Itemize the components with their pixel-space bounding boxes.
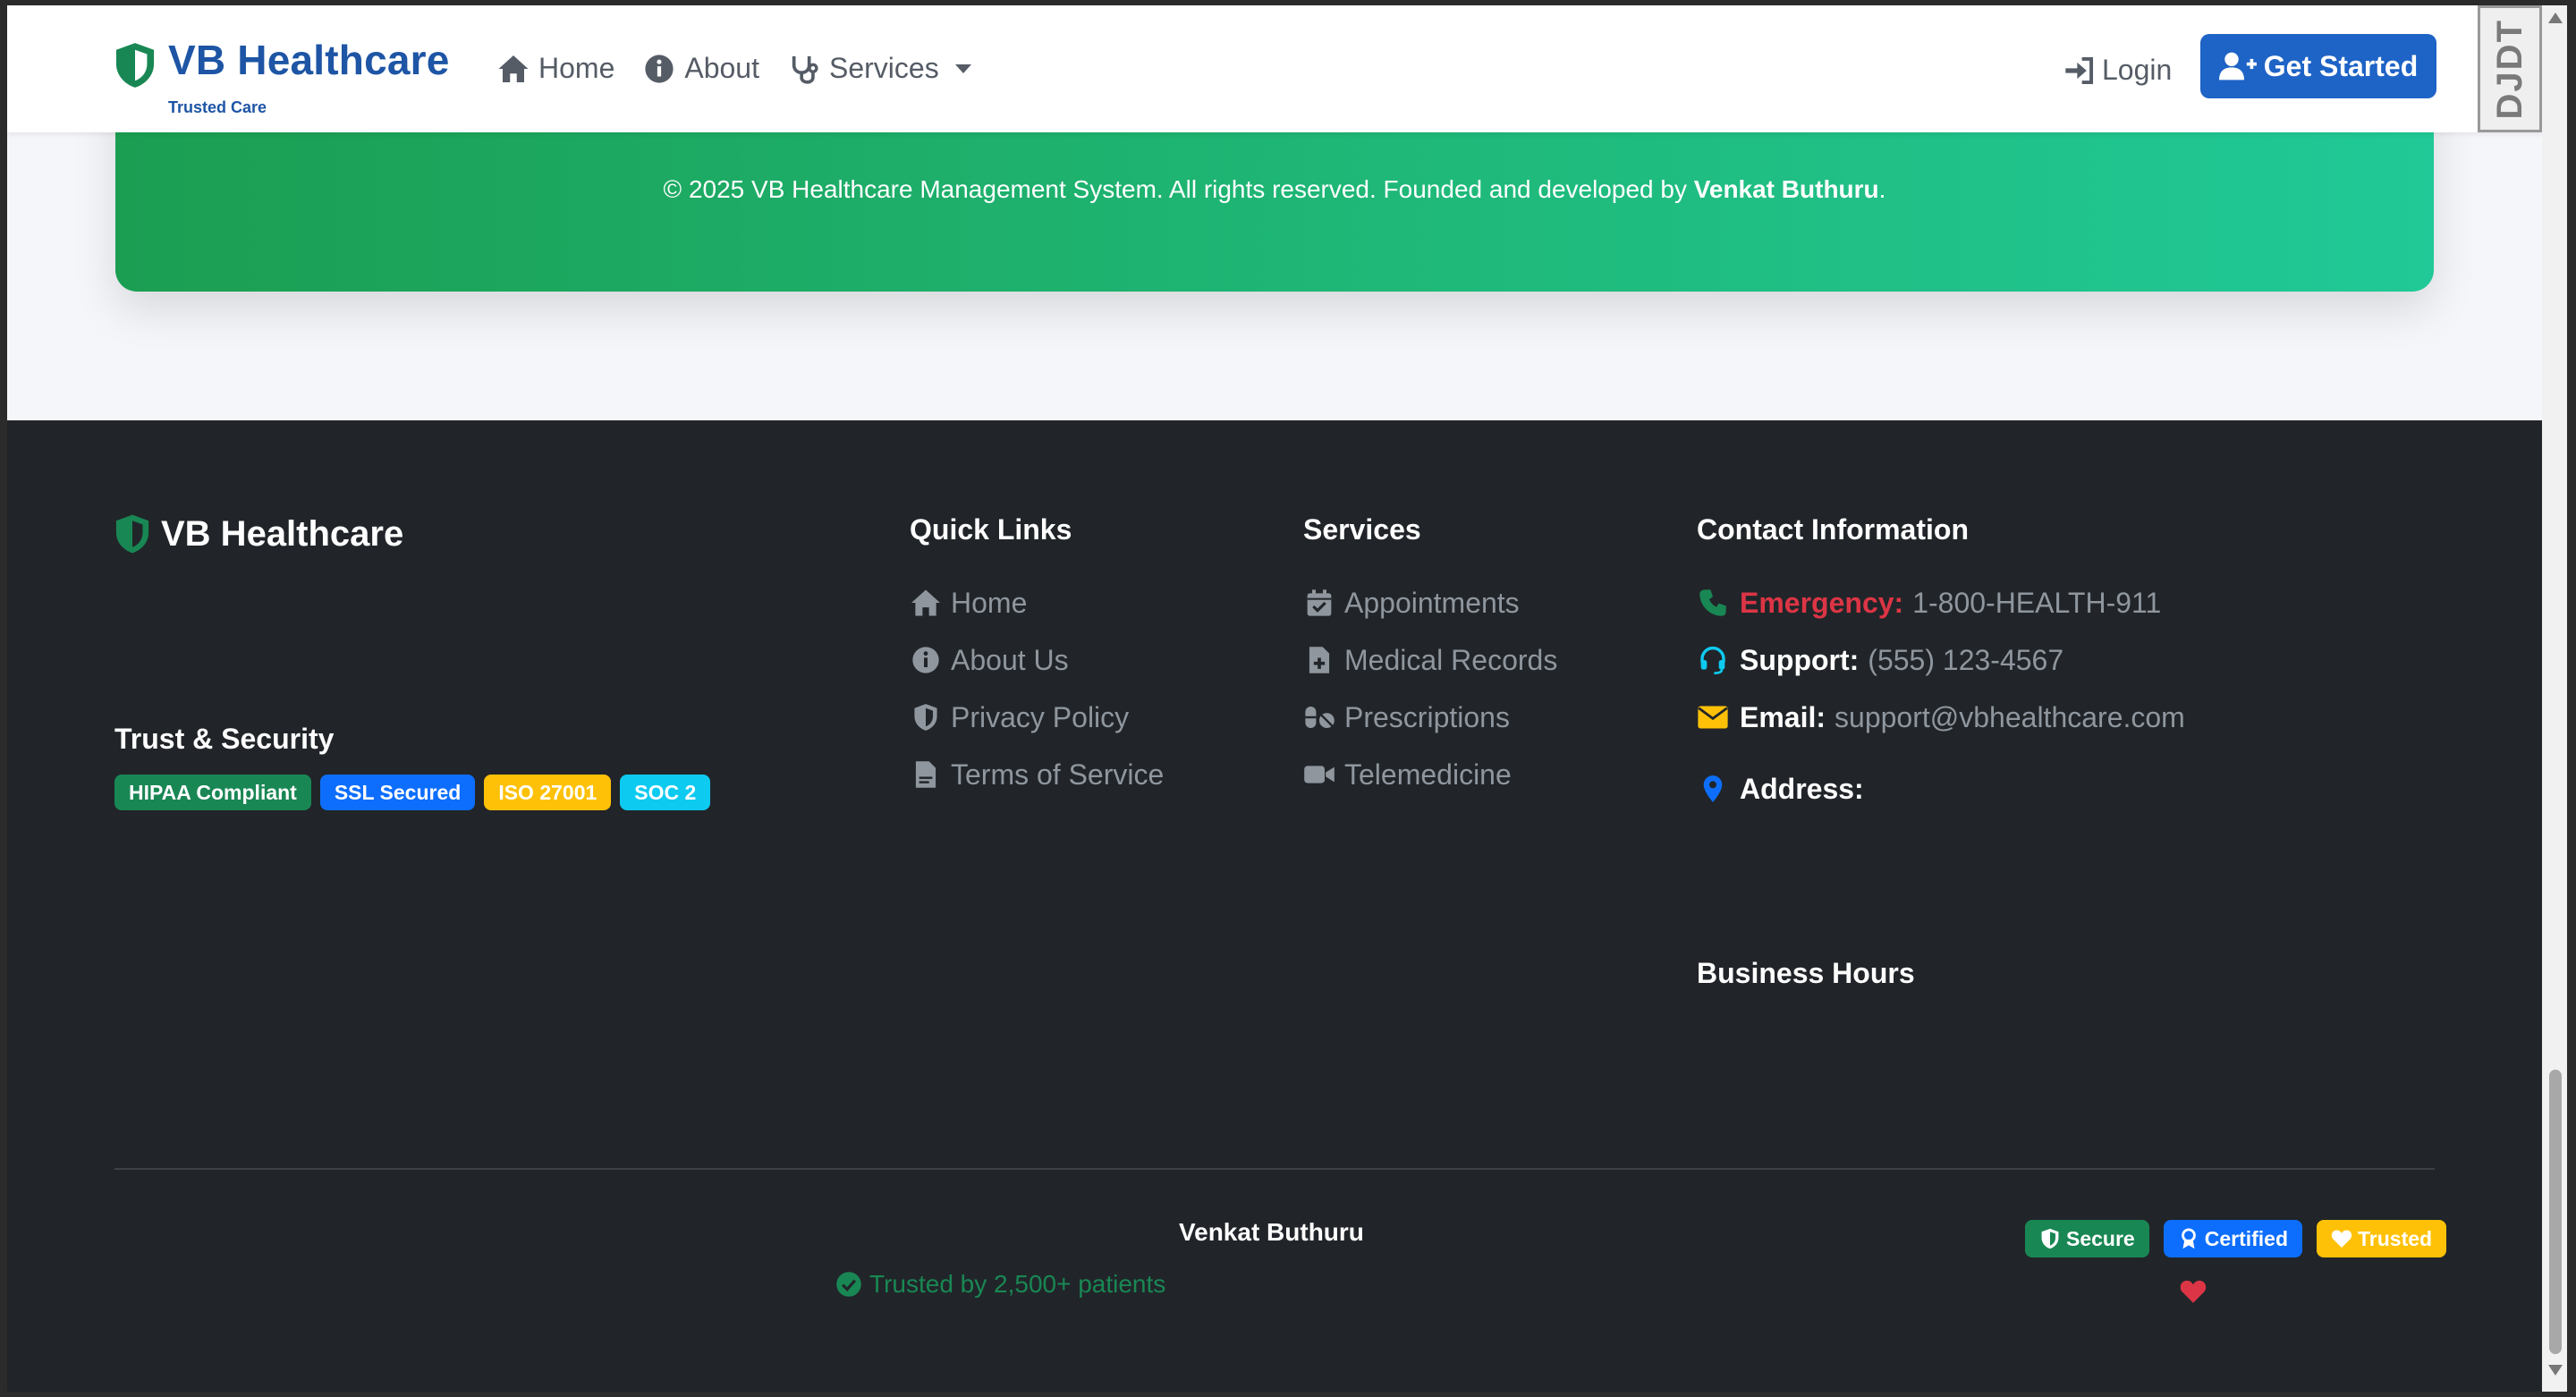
info-circle-icon: [645, 54, 674, 83]
headset-icon: [1700, 646, 1725, 674]
trusted-patients: Trusted by 2,500+ patients: [835, 1270, 1165, 1299]
shield-icon: [914, 704, 937, 731]
contact-support: Support: (555) 123-4567: [1697, 631, 2185, 689]
footer-service-prescriptions[interactable]: Prescriptions: [1303, 689, 1557, 746]
quick-links-list: Home About Us Privacy Policy Terms of Se…: [910, 574, 1164, 803]
nav-home[interactable]: Home: [497, 52, 614, 85]
info-circle-icon: [912, 647, 939, 673]
shield-icon: [115, 514, 149, 554]
chevron-down-icon: [954, 64, 971, 73]
services-list: Appointments Medical Records Prescriptio…: [1303, 574, 1557, 803]
user-plus-icon: [2218, 52, 2257, 80]
contact-heading: Contact Information: [1697, 513, 1969, 546]
home-icon: [498, 55, 529, 82]
footer-link-privacy[interactable]: Privacy Policy: [910, 689, 1164, 746]
phone-icon: [1699, 589, 1726, 616]
brand-subtitle: Trusted Care: [168, 98, 267, 116]
map-marker-icon: [1703, 775, 1723, 802]
contact-address: Address:: [1697, 760, 2185, 817]
scroll-up-arrow-icon[interactable]: [2548, 13, 2563, 23]
badge-hipaa: HIPAA Compliant: [114, 775, 311, 810]
trust-badges: HIPAA Compliant SSL Secured ISO 27001 SO…: [114, 775, 719, 810]
stethoscope-icon: [792, 55, 818, 84]
badge-ssl: SSL Secured: [319, 775, 476, 810]
badge-secure: Secure: [2025, 1220, 2149, 1257]
badge-iso: ISO 27001: [484, 775, 612, 810]
support-phone[interactable]: (555) 123-4567: [1868, 644, 2063, 677]
calendar-check-icon: [1307, 589, 1332, 616]
site-footer: VB Healthcare Trust & Security HIPAA Com…: [7, 420, 2542, 1392]
login-link[interactable]: Login: [2064, 54, 2172, 87]
heart-icon: [2180, 1280, 2207, 1303]
business-hours-heading: Business Hours: [1697, 957, 1915, 989]
shield-icon: [115, 43, 155, 88]
services-heading: Services: [1303, 513, 1421, 546]
get-started-button[interactable]: Get Started: [2200, 34, 2436, 98]
founder-name: Venkat Buthuru: [1693, 175, 1879, 203]
brand-title: VB Healthcare: [168, 37, 450, 83]
contact-emergency: Emergency: 1-800-HEALTH-911: [1697, 574, 2185, 631]
footer-brand: VB Healthcare: [114, 513, 403, 555]
sign-in-icon: [2065, 56, 2094, 84]
emergency-phone[interactable]: 1-800-HEALTH-911: [1912, 587, 2161, 620]
contact-list: Emergency: 1-800-HEALTH-911 Support: (55…: [1697, 574, 2185, 817]
support-email[interactable]: support@vbhealthcare.com: [1835, 701, 2185, 734]
brand-logo[interactable]: VB Healthcare Trusted Care: [114, 37, 450, 116]
award-icon: [2181, 1228, 2196, 1249]
footer-service-appointments[interactable]: Appointments: [1303, 574, 1557, 631]
footer-link-home[interactable]: Home: [910, 574, 1164, 631]
developer-name: Venkat Buthuru: [1179, 1218, 1364, 1246]
check-circle-icon: [836, 1272, 861, 1297]
quick-links-heading: Quick Links: [910, 513, 1072, 546]
file-medical-icon: [1309, 647, 1330, 673]
scroll-down-arrow-icon[interactable]: [2548, 1365, 2563, 1376]
nav-about[interactable]: About: [643, 52, 759, 85]
footer-link-about[interactable]: About Us: [910, 631, 1164, 689]
footer-link-terms[interactable]: Terms of Service: [910, 746, 1164, 803]
video-icon: [1304, 766, 1335, 783]
contact-email: Email: support@vbhealthcare.com: [1697, 689, 2185, 746]
trust-security-heading: Trust & Security: [114, 723, 335, 755]
file-contract-icon: [915, 761, 936, 788]
badge-trusted: Trusted: [2317, 1220, 2447, 1257]
footer-service-records[interactable]: Medical Records: [1303, 631, 1557, 689]
scrollbar-thumb[interactable]: [2549, 1070, 2562, 1354]
main-nav: Home About Services: [497, 52, 1000, 85]
debug-toolbar-toggle[interactable]: DJDT: [2478, 5, 2542, 132]
vertical-scrollbar[interactable]: [2542, 5, 2567, 1392]
envelope-icon: [1698, 706, 1728, 729]
home-icon: [911, 589, 940, 616]
badge-certified: Certified: [2163, 1220, 2303, 1257]
shield-icon: [2041, 1228, 2059, 1249]
footer-service-telemedicine[interactable]: Telemedicine: [1303, 746, 1557, 803]
copyright-text: © 2025 VB Healthcare Management System. …: [663, 175, 1886, 203]
footer-divider: [114, 1168, 2435, 1170]
top-navbar: VB Healthcare Trusted Care Home About Se…: [7, 5, 2542, 132]
nav-services-dropdown[interactable]: Services: [788, 52, 971, 85]
heart-icon: [2331, 1230, 2352, 1248]
pills-icon: [1305, 707, 1335, 728]
browser-viewport: © 2025 VB Healthcare Management System. …: [7, 5, 2542, 1392]
badge-soc2: SOC 2: [620, 775, 711, 810]
bottom-badges: Secure Certified Trusted: [2011, 1220, 2447, 1257]
